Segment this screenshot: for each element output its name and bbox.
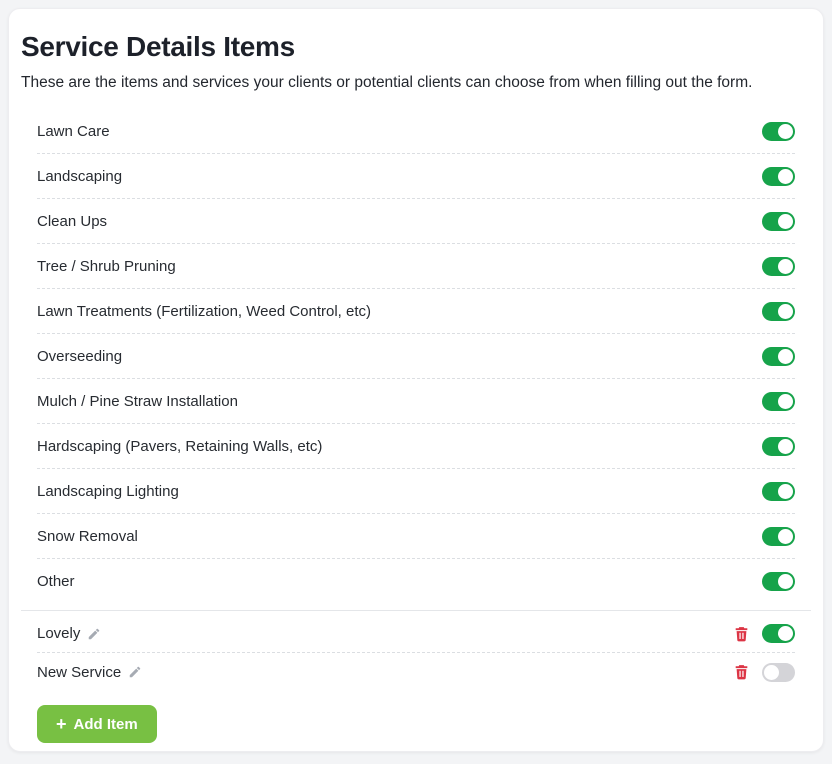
service-label: Lovely (37, 625, 80, 642)
service-item-row: Lawn Treatments (Fertilization, Weed Con… (37, 289, 795, 334)
service-toggle[interactable] (762, 257, 795, 276)
toggle-knob (764, 665, 779, 680)
service-label: Other (37, 573, 75, 590)
custom-service-item-row: Lovely (37, 615, 795, 653)
row-controls (762, 572, 795, 591)
custom-items-list: Lovely New Service (21, 615, 811, 691)
service-item-row: Mulch / Pine Straw Installation (37, 379, 795, 424)
row-controls (762, 302, 795, 321)
row-controls (762, 167, 795, 186)
service-item-row: Snow Removal (37, 514, 795, 559)
service-label: Landscaping Lighting (37, 483, 179, 500)
toggle-knob (778, 349, 793, 364)
toggle-knob (778, 574, 793, 589)
page-title: Service Details Items (21, 31, 811, 63)
toggle-knob (778, 626, 793, 641)
service-item-row: Other (37, 559, 795, 604)
service-label: Hardscaping (Pavers, Retaining Walls, et… (37, 438, 322, 455)
edit-pencil-icon[interactable] (128, 665, 142, 679)
service-label-wrap: New Service (37, 664, 142, 681)
service-item-row: Overseeding (37, 334, 795, 379)
service-toggle[interactable] (762, 663, 795, 682)
service-label: Mulch / Pine Straw Installation (37, 393, 238, 410)
service-toggle[interactable] (762, 167, 795, 186)
service-item-row: Landscaping Lighting (37, 469, 795, 514)
service-toggle[interactable] (762, 212, 795, 231)
edit-pencil-icon[interactable] (87, 627, 101, 641)
row-controls (762, 392, 795, 411)
service-toggle[interactable] (762, 624, 795, 643)
service-label: Clean Ups (37, 213, 107, 230)
service-label: Overseeding (37, 348, 122, 365)
row-controls (734, 663, 795, 682)
service-item-row: Hardscaping (Pavers, Retaining Walls, et… (37, 424, 795, 469)
service-label: Tree / Shrub Pruning (37, 258, 176, 275)
toggle-knob (778, 304, 793, 319)
row-controls (734, 624, 795, 643)
row-controls (762, 257, 795, 276)
service-item-row: Clean Ups (37, 199, 795, 244)
toggle-knob (778, 259, 793, 274)
toggle-knob (778, 529, 793, 544)
service-label: Lawn Treatments (Fertilization, Weed Con… (37, 303, 371, 320)
toggle-knob (778, 439, 793, 454)
service-details-card: Service Details Items These are the item… (8, 8, 824, 752)
row-controls (762, 482, 795, 501)
default-items-list: Lawn Care Landscaping Clean Ups Tree / S… (21, 109, 811, 611)
service-toggle[interactable] (762, 482, 795, 501)
service-item-row: Tree / Shrub Pruning (37, 244, 795, 289)
toggle-knob (778, 124, 793, 139)
service-toggle[interactable] (762, 392, 795, 411)
plus-icon: + (56, 715, 67, 733)
service-toggle[interactable] (762, 572, 795, 591)
service-label: Landscaping (37, 168, 122, 185)
row-controls (762, 212, 795, 231)
custom-service-item-row: New Service (37, 653, 795, 691)
service-toggle[interactable] (762, 437, 795, 456)
service-toggle[interactable] (762, 347, 795, 366)
delete-trash-icon[interactable] (734, 626, 749, 642)
add-item-button[interactable]: + Add Item (37, 705, 157, 743)
service-item-row: Lawn Care (37, 109, 795, 154)
page-subtitle: These are the items and services your cl… (21, 73, 811, 93)
delete-trash-icon[interactable] (734, 664, 749, 680)
row-controls (762, 527, 795, 546)
service-item-row: Landscaping (37, 154, 795, 199)
service-toggle[interactable] (762, 527, 795, 546)
add-item-label: Add Item (74, 716, 138, 733)
service-toggle[interactable] (762, 302, 795, 321)
row-controls (762, 347, 795, 366)
service-label: Lawn Care (37, 123, 110, 140)
toggle-knob (778, 214, 793, 229)
service-label: New Service (37, 664, 121, 681)
row-controls (762, 122, 795, 141)
toggle-knob (778, 484, 793, 499)
service-label-wrap: Lovely (37, 625, 101, 642)
toggle-knob (778, 394, 793, 409)
service-toggle[interactable] (762, 122, 795, 141)
row-controls (762, 437, 795, 456)
service-label: Snow Removal (37, 528, 138, 545)
toggle-knob (778, 169, 793, 184)
